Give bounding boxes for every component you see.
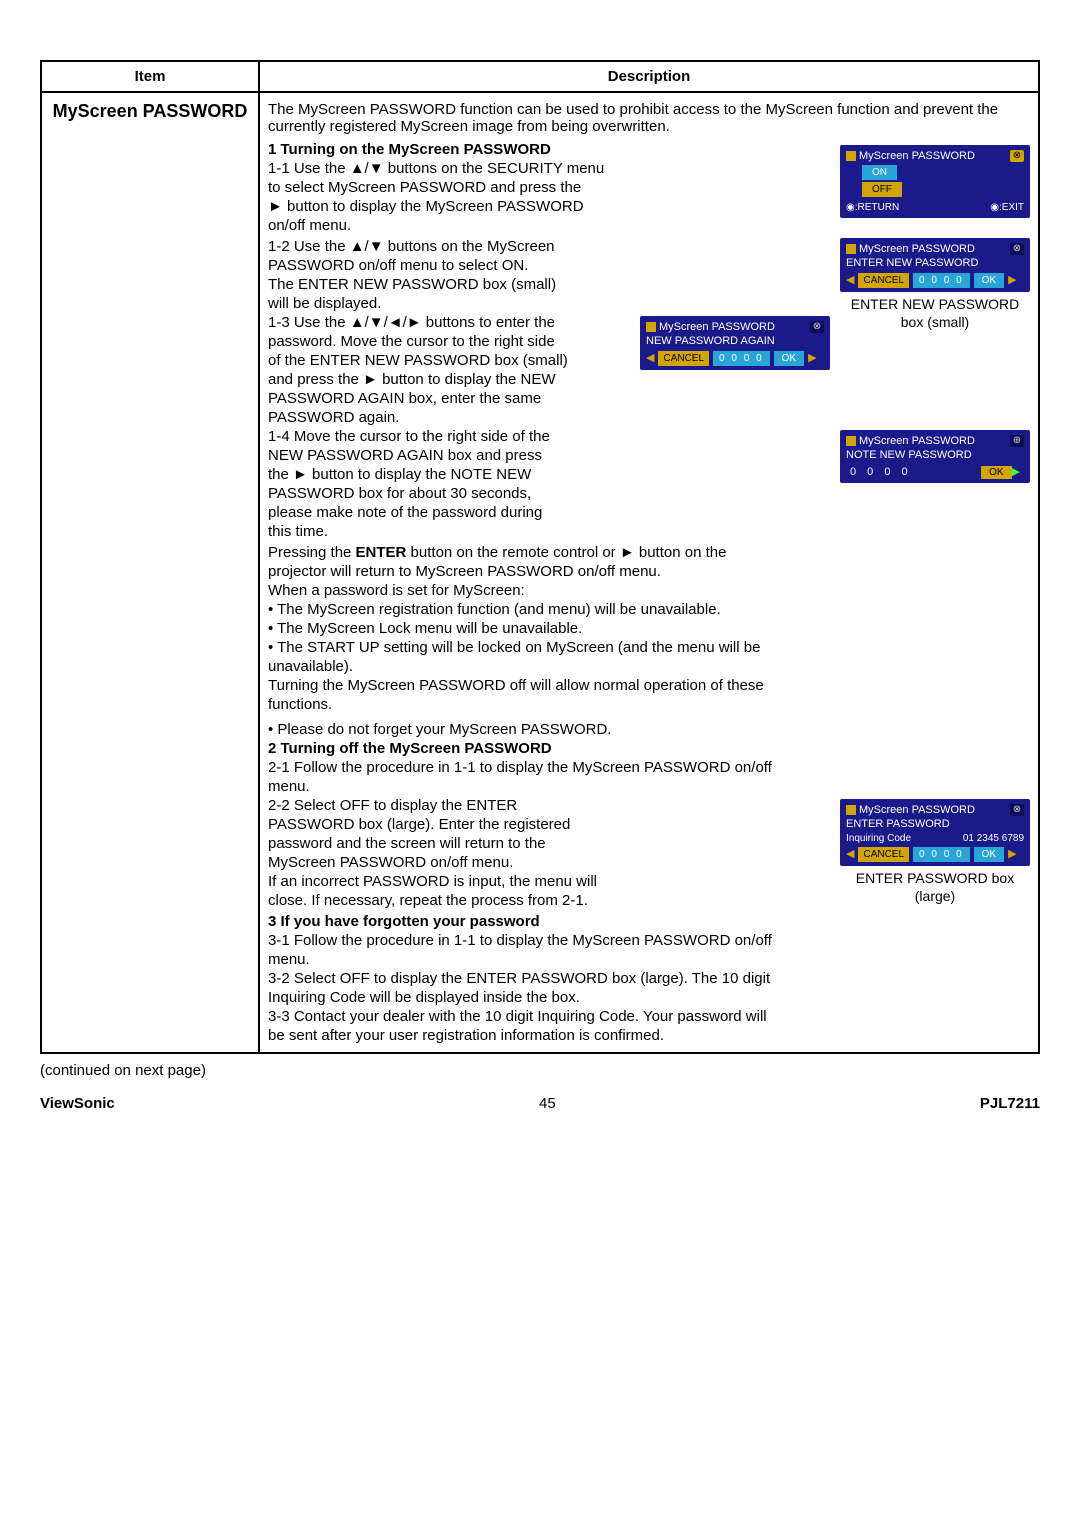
footer-model: PJL7211	[980, 1095, 1040, 1112]
ui-cancel: CANCEL	[858, 847, 909, 862]
menu-icon	[846, 151, 856, 161]
s2-1a: 2-1 Follow the procedure in 1-1 to displ…	[268, 759, 1030, 776]
left-arrow-icon: ◀	[846, 273, 854, 287]
left-arrow-icon: ◀	[846, 847, 854, 861]
s1-3e: PASSWORD AGAIN box, enter the same	[268, 390, 1030, 407]
right-arrow-icon: ▶	[1012, 466, 1020, 478]
close-icon: ⊗	[1010, 804, 1024, 816]
bullet-3b: unavailable).	[268, 658, 1030, 675]
turn-off-note2: functions.	[268, 696, 1030, 713]
s3-3a: 3-3 Contact your dealer with the 10 digi…	[268, 1008, 1030, 1025]
when-set: When a password is set for MyScreen:	[268, 582, 1030, 599]
ui-enter-new-password: MyScreen PASSWORD ⊗ ENTER NEW PASSWORD ◀…	[840, 238, 1030, 292]
bullet-2: • The MyScreen Lock menu will be unavail…	[268, 620, 1030, 637]
s1-4f: this time.	[268, 523, 1030, 540]
s3-2a: 3-2 Select OFF to display the ENTER PASS…	[268, 970, 1030, 987]
menu-icon	[646, 322, 656, 332]
footer-page: 45	[539, 1095, 556, 1112]
ui-inquiring-label: Inquiring Code	[846, 832, 911, 845]
ui-ok: OK	[774, 351, 804, 366]
intro-text: The MyScreen PASSWORD function can be us…	[268, 101, 1030, 135]
caption-enter-new-1: ENTER NEW PASSWORD	[840, 296, 1030, 312]
ui-subtitle: ENTER NEW PASSWORD	[846, 256, 1024, 270]
ui-title: MyScreen PASSWORD	[859, 435, 975, 447]
right-arrow-icon: ▶	[1008, 273, 1016, 287]
press-enter-line2: projector will return to MyScreen PASSWO…	[268, 563, 1030, 580]
ui-digits: 0 0 0 0	[713, 351, 770, 366]
s3-2b: Inquiring Code will be displayed inside …	[268, 989, 1030, 1006]
s1-4e: please make note of the password during	[268, 504, 1030, 521]
page-footer: ViewSonic 45 PJL7211	[40, 1095, 1040, 1112]
heading-3: 3 If you have forgotten your password	[268, 913, 1030, 930]
close-icon: ⊗	[1010, 243, 1024, 255]
caption-large-2: (large)	[840, 888, 1030, 904]
menu-icon	[846, 244, 856, 254]
ui-new-password-again: MyScreen PASSWORD ⊗ NEW PASSWORD AGAIN ◀…	[640, 316, 830, 370]
menu-icon	[846, 805, 856, 815]
ui-return: ◉:RETURN	[846, 201, 899, 214]
header-desc: Description	[259, 61, 1039, 92]
ui-digits: 0 0 0 0	[913, 847, 970, 862]
ui-cancel: CANCEL	[658, 351, 709, 366]
ui-digits: 0 0 0 0	[850, 465, 912, 479]
ui-ok: OK	[981, 466, 1011, 479]
caption-large-1: ENTER PASSWORD box	[840, 870, 1030, 886]
footer-brand: ViewSonic	[40, 1095, 115, 1112]
s2-1b: menu.	[268, 778, 1030, 795]
s3-3b: be sent after your user registration inf…	[268, 1027, 1030, 1044]
ui-title: MyScreen PASSWORD	[859, 804, 975, 816]
ui-off: OFF	[862, 182, 902, 197]
bullet-3a: • The START UP setting will be locked on…	[268, 639, 1030, 656]
description-cell: The MyScreen PASSWORD function can be us…	[259, 92, 1039, 1053]
ui-inquiring-code: 01 2345 6789	[963, 832, 1024, 845]
continued-note: (continued on next page)	[40, 1062, 1040, 1079]
ui-enter-password-large: MyScreen PASSWORD ⊗ ENTER PASSWORD Inqui…	[840, 799, 1030, 866]
turn-off-note1: Turning the MyScreen PASSWORD off will a…	[268, 677, 1030, 694]
ui-cancel: CANCEL	[858, 273, 909, 288]
s3-1a: 3-1 Follow the procedure in 1-1 to displ…	[268, 932, 1030, 949]
right-arrow-icon: ▶	[1008, 847, 1016, 861]
s1-3f: PASSWORD again.	[268, 409, 1030, 426]
right-arrow-icon: ▶	[808, 351, 816, 365]
ui-ok: OK	[974, 847, 1004, 862]
s3-1b: menu.	[268, 951, 1030, 968]
dont-forget: • Please do not forget your MyScreen PAS…	[268, 721, 1030, 738]
bullet-1: • The MyScreen registration function (an…	[268, 601, 1030, 618]
ui-exit: ◉:EXIT	[990, 201, 1024, 214]
press-enter-line: Pressing the ENTER button on the remote …	[268, 544, 1030, 561]
ui-subtitle: NEW PASSWORD AGAIN	[646, 334, 824, 348]
ui-digits: 0 0 0 0	[913, 273, 970, 288]
ui-title: MyScreen PASSWORD	[859, 150, 975, 162]
item-name: MyScreen PASSWORD	[41, 92, 259, 1053]
left-arrow-icon: ◀	[646, 351, 654, 365]
close-icon: ⊗	[1010, 150, 1024, 162]
ui-ok: OK	[974, 273, 1004, 288]
header-item: Item	[41, 61, 259, 92]
s1-4d: PASSWORD box for about 30 seconds,	[268, 485, 1030, 502]
heading-2: 2 Turning off the MyScreen PASSWORD	[268, 740, 1030, 757]
ui-onoff-menu: MyScreen PASSWORD ⊗ ON OFF ◉:RETURN ◉:EX…	[840, 145, 1030, 218]
close-icon: ⊕	[1010, 435, 1024, 447]
close-icon: ⊗	[810, 321, 824, 333]
ui-on: ON	[862, 165, 897, 180]
ui-title: MyScreen PASSWORD	[859, 243, 975, 255]
menu-icon	[846, 436, 856, 446]
spec-table: Item Description MyScreen PASSWORD The M…	[40, 60, 1040, 1054]
ui-subtitle: NOTE NEW PASSWORD	[846, 448, 1024, 462]
ui-note-new-password: MyScreen PASSWORD ⊕ NOTE NEW PASSWORD 0 …	[840, 430, 1030, 483]
caption-enter-new-2: box (small)	[840, 314, 1030, 330]
ui-title: MyScreen PASSWORD	[659, 321, 775, 333]
ui-subtitle: ENTER PASSWORD	[846, 817, 1024, 831]
